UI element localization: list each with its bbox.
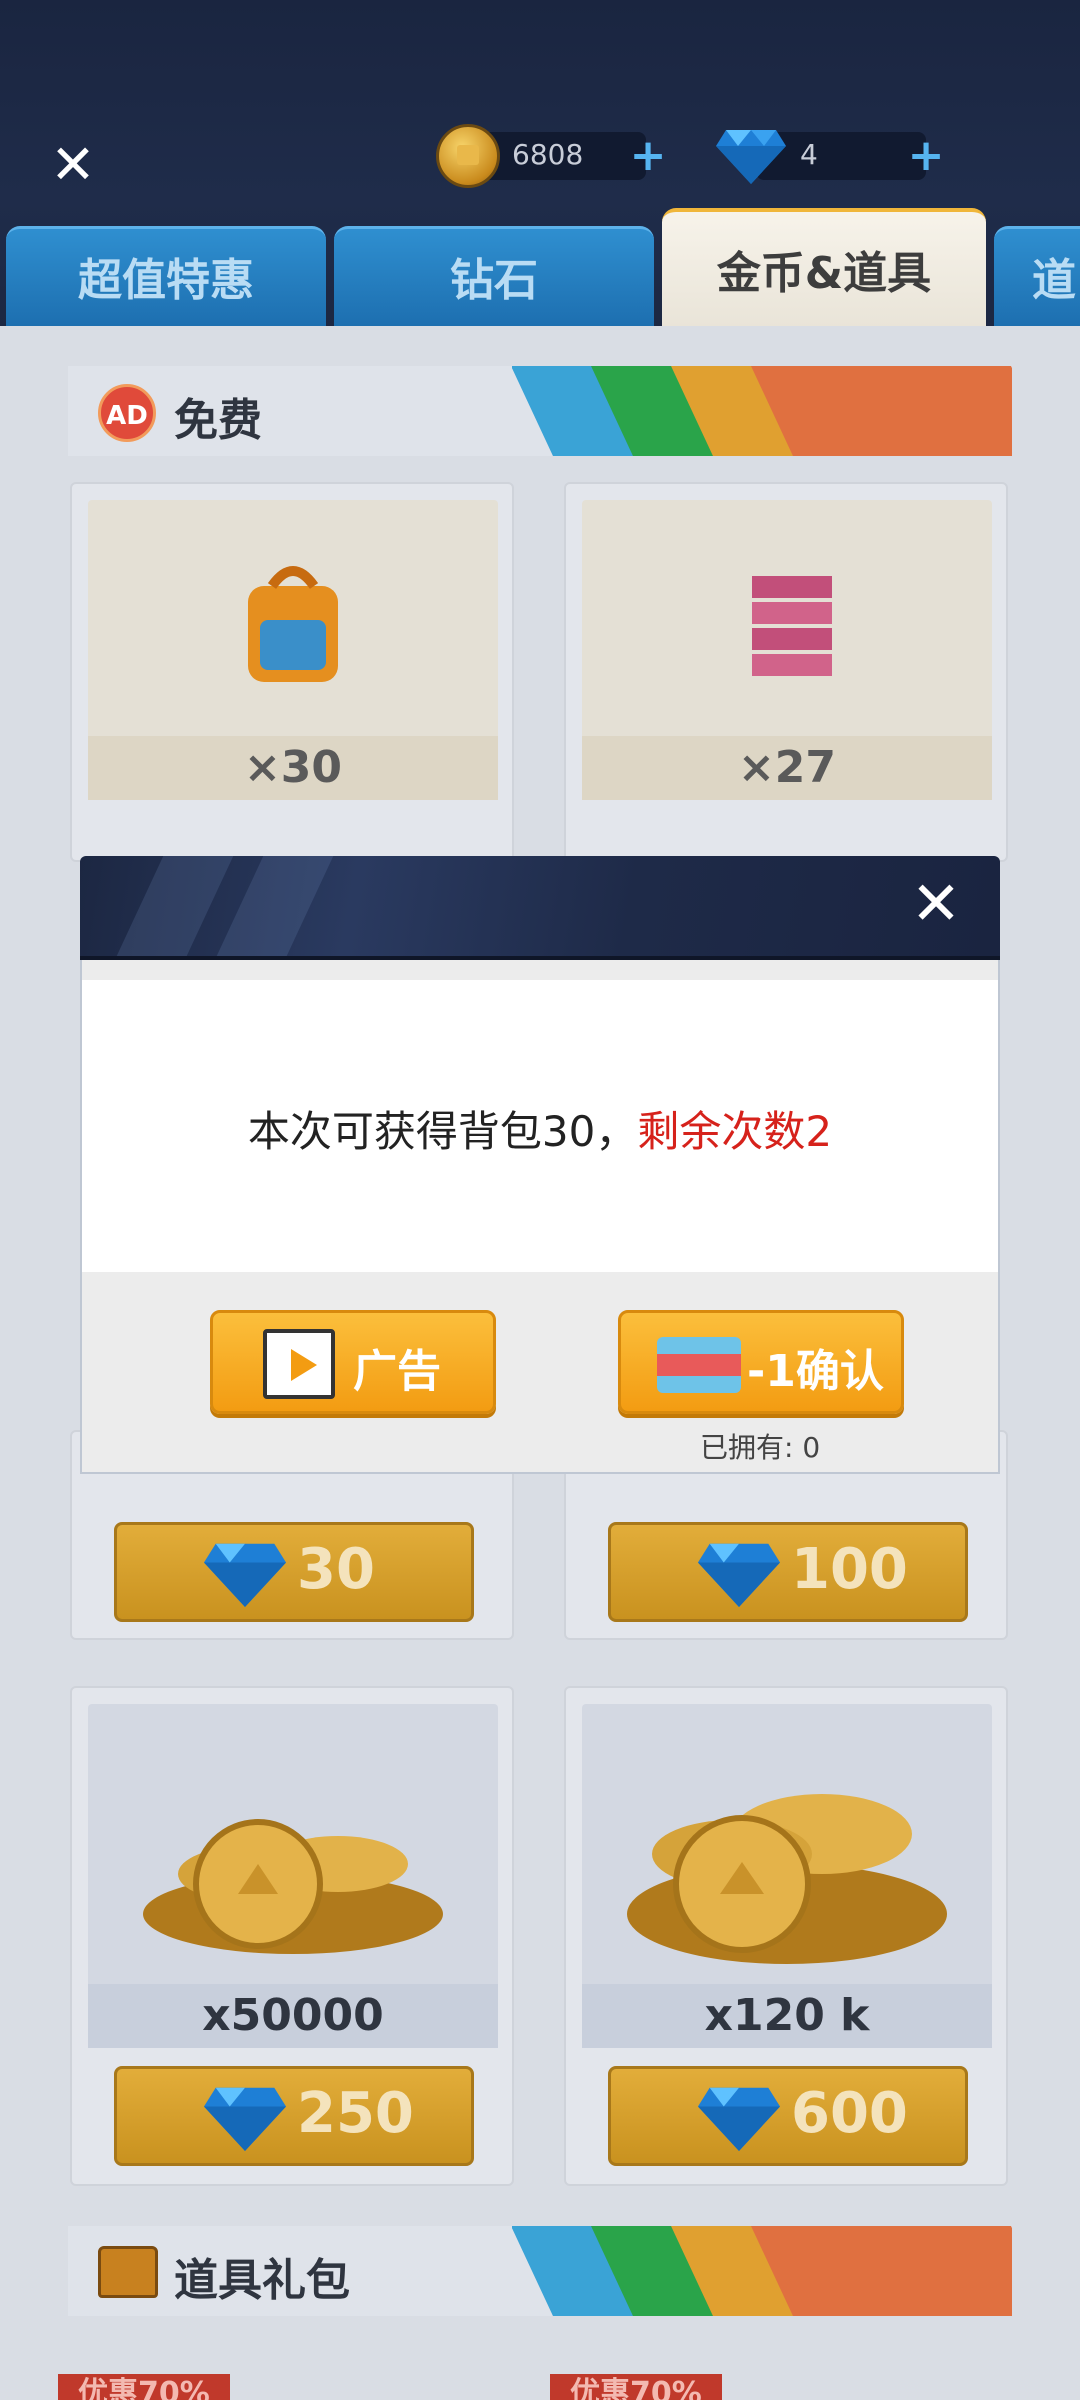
item-quantity: ×30 <box>88 736 498 800</box>
buy-button[interactable]: 250 <box>114 2066 474 2166</box>
section-props-header: 道具礼包 <box>68 2226 1012 2316</box>
ad-icon: AD <box>98 384 156 442</box>
price-label: 30 <box>297 1537 375 1602</box>
gem-balance: 4 + <box>716 124 956 188</box>
backpack-icon <box>248 566 338 682</box>
buy-button[interactable]: 30 <box>114 1522 474 1622</box>
diamond-icon <box>697 2087 781 2151</box>
section-title: 道具礼包 <box>174 2255 350 2306</box>
diamond-icon <box>203 2087 287 2151</box>
add-coins-button[interactable]: + <box>626 134 670 178</box>
price-label: 600 <box>791 2081 908 2146</box>
reward-dialog: ✕ 本次可获得背包30，剩余次数2 广告 -1确认 已拥有: 0 <box>80 856 1000 1474</box>
buy-button[interactable]: 100 <box>608 1522 968 1622</box>
diamond-icon <box>716 130 786 184</box>
remaining-count: 剩余次数2 <box>637 1107 833 1156</box>
tab-deals[interactable]: 超值特惠 <box>6 226 326 326</box>
buy-button[interactable]: 600 <box>608 2066 968 2166</box>
coin-balance: 6808 + <box>436 124 676 188</box>
close-icon[interactable]: ✕ <box>48 138 98 192</box>
coin-pile-icon <box>627 1794 947 1964</box>
price-label: 250 <box>297 2081 414 2146</box>
discount-badge: 优惠70% <box>58 2374 230 2400</box>
treasure-chest-icon <box>98 2246 158 2298</box>
section-title: 免费 <box>174 395 262 446</box>
bricks-icon <box>752 576 832 676</box>
price-label: 100 <box>791 1537 908 1602</box>
tab-coins-props[interactable]: 金币&道具 <box>662 208 986 328</box>
dialog-message: 本次可获得背包30，剩余次数2 <box>247 1107 833 1156</box>
item-quantity: x120 k <box>582 1984 992 2048</box>
free-item-card[interactable]: ×27 <box>564 482 1008 862</box>
dialog-header: ✕ <box>80 856 1000 956</box>
free-item-card[interactable]: ×30 <box>70 482 514 862</box>
coin-item-card[interactable]: x50000 250 <box>70 1686 514 2186</box>
item-quantity: x50000 <box>88 1984 498 2048</box>
coin-item-card[interactable]: x120 k 600 <box>564 1686 1008 2186</box>
item-quantity: ×27 <box>582 736 992 800</box>
top-bar: ✕ 6808 + 4 + 超值特惠 钻石 金币&道具 道 <box>0 0 1080 330</box>
coin-icon <box>436 124 500 188</box>
video-icon <box>263 1329 335 1399</box>
diamond-icon <box>697 1543 781 1607</box>
gem-count: 4 <box>800 138 818 171</box>
close-icon[interactable]: ✕ <box>906 874 966 936</box>
section-free-header: AD 免费 <box>68 366 1012 456</box>
add-gems-button[interactable]: + <box>904 134 948 178</box>
coin-count: 6808 <box>512 138 584 171</box>
tab-diamonds[interactable]: 钻石 <box>334 226 654 326</box>
ticket-icon <box>657 1337 741 1393</box>
coin-stack-icon <box>143 1819 443 1954</box>
discount-badge: 优惠70% <box>550 2374 722 2400</box>
tab-props[interactable]: 道 <box>994 226 1080 326</box>
confirm-button[interactable]: -1确认 <box>618 1310 904 1414</box>
watch-ad-button[interactable]: 广告 <box>210 1310 496 1414</box>
owned-count: 已拥有: 0 <box>700 1431 821 1464</box>
diamond-icon <box>203 1543 287 1607</box>
